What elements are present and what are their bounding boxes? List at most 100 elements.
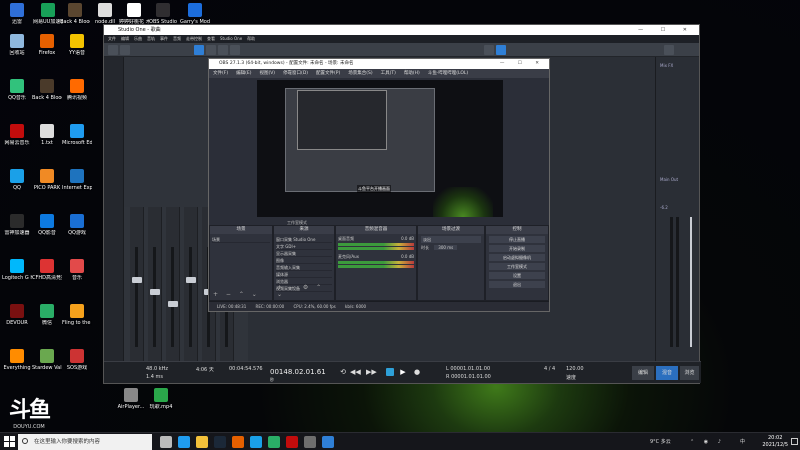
view-browse-button[interactable]: 浏览 <box>680 366 699 380</box>
studio-one-menu-item[interactable]: 乐曲 <box>134 36 142 41</box>
source-item[interactable]: 窗口采集 Studio One <box>276 236 332 243</box>
desktop-icon[interactable]: Stardew Valley <box>32 349 62 389</box>
control-button[interactable]: 退出 <box>489 281 545 288</box>
obs-preview[interactable]: 斗鱼平台开播画面 <box>257 80 503 217</box>
studio-one-menu-item[interactable]: 编辑 <box>121 36 129 41</box>
source-item[interactable]: 音频输入采集 <box>276 264 332 271</box>
duration-input[interactable]: 300 ms <box>434 245 458 250</box>
loop-icon[interactable]: ⟲ <box>338 367 348 377</box>
taskbar-search-input[interactable]: 在这里输入你要搜索的内容 <box>18 434 152 450</box>
toolbar-quantize-icon[interactable] <box>496 45 506 55</box>
tray-icons[interactable]: ⌃ ◉ ♪ <box>690 433 725 450</box>
desktop-icon[interactable]: QQ <box>2 169 32 209</box>
desktop-icon[interactable]: QQ音乐 <box>2 79 32 119</box>
control-button[interactable]: 开始录制 <box>489 245 545 252</box>
desktop-icon[interactable]: CFHD高清竞技大区 <box>32 259 62 299</box>
desktop-icon[interactable]: 音乐 <box>62 259 92 299</box>
right-marker[interactable]: R 00001.01.01.00 <box>446 374 491 380</box>
left-marker[interactable]: L 00001.01.01.00 <box>446 366 490 372</box>
wechat-taskbar-icon[interactable] <box>268 436 280 448</box>
control-button[interactable]: 停止直播 <box>489 236 545 243</box>
song-position[interactable]: 00148.02.01.61 <box>270 368 326 376</box>
windows-start-icon[interactable] <box>4 436 16 448</box>
view-mix-button[interactable]: 混音 <box>656 366 678 380</box>
task-view-taskbar-icon[interactable] <box>160 436 172 448</box>
source-item[interactable]: 媒体源 <box>276 271 332 278</box>
channel-fader-cap[interactable] <box>150 289 160 295</box>
sources-dock-controls[interactable]: + − ⚙ ⌃ ⌄ <box>277 284 334 298</box>
taskbar-clock[interactable]: 20:02 2021/12/5 <box>762 435 788 449</box>
source-item[interactable]: 文字 GDI+ <box>276 243 332 250</box>
desktop-icon[interactable]: Logitech G HUB <box>2 259 32 299</box>
play-icon[interactable]: ▶ <box>398 367 408 377</box>
source-item[interactable]: 显示器采集 <box>276 250 332 257</box>
obs-menu-item[interactable]: 文件(F) <box>213 71 228 76</box>
studio-one-menu-item[interactable]: 走带控制 <box>186 36 202 41</box>
toolbar-pencil-icon[interactable] <box>206 45 216 55</box>
obs-menu-item[interactable]: 停靠窗口(D) <box>283 71 308 76</box>
explorer-taskbar-icon[interactable] <box>196 436 208 448</box>
obs-menu-item[interactable]: 视图(V) <box>259 71 275 76</box>
desktop-icon[interactable]: DEVOUR <box>2 304 32 344</box>
studio-one-menu-item[interactable]: 帮助 <box>247 36 255 41</box>
desktop-icon[interactable]: YY语音 <box>62 34 92 74</box>
channel-fader-cap[interactable] <box>168 301 178 307</box>
desktop-icon[interactable]: QQ游戏 <box>62 214 92 254</box>
toolbar-split-icon[interactable] <box>230 45 240 55</box>
channel-fader-cap[interactable] <box>186 277 196 283</box>
obs-menu-item[interactable]: 工具(T) <box>381 71 396 76</box>
studio-one-menu-item[interactable]: 音轨 <box>147 36 155 41</box>
studio-one-titlebar[interactable]: Studio One - 歌曲 — ☐ ✕ <box>104 25 699 35</box>
studio-one-menu-item[interactable]: 文件 <box>108 36 116 41</box>
edge-taskbar-icon[interactable] <box>178 436 190 448</box>
stop-button[interactable] <box>386 368 394 376</box>
desktop-icon[interactable]: Microsoft Edge <box>62 124 92 164</box>
control-button[interactable]: 启动虚拟摄像机 <box>489 254 545 261</box>
netease-music-taskbar-icon[interactable] <box>286 436 298 448</box>
studio-one-menu-item[interactable]: 音频 <box>173 36 181 41</box>
toolbar-select-tool-icon[interactable] <box>194 45 204 55</box>
desktop-icon[interactable]: 腾讯视频 <box>62 79 92 119</box>
toolbar-inspector-icon[interactable] <box>664 45 674 55</box>
desktop-icon[interactable]: 雷神加速器 <box>2 214 32 254</box>
desktop-icon[interactable]: PICO PARK <box>32 169 62 209</box>
control-button[interactable]: 设置 <box>489 272 545 279</box>
scene-item[interactable]: 场景 <box>212 236 270 243</box>
obs-menu-item[interactable]: 编辑(E) <box>236 71 251 76</box>
desktop-icon[interactable]: QQ影音 <box>32 214 62 254</box>
obs-titlebar[interactable]: OBS 27.1.3 (64-bit, windows) - 配置文件: 未命名… <box>209 59 549 69</box>
qq-taskbar-icon[interactable] <box>250 436 262 448</box>
weather-widget[interactable]: 9°C 多云 <box>650 433 671 450</box>
obs-menu-item[interactable]: 斗鱼·哔哩哔哩(LOL) <box>428 71 468 76</box>
desktop-icon[interactable]: Internet Explorer <box>62 169 92 209</box>
transition-select[interactable]: 淡出 <box>421 236 481 243</box>
desktop-icon[interactable]: 玩歌.mp4 <box>146 388 176 428</box>
studio-one-menu-item[interactable]: 查看 <box>207 36 215 41</box>
obs-menu-item[interactable]: 帮助(H) <box>404 71 420 76</box>
notification-icon[interactable] <box>791 438 798 445</box>
toolbar-arrow-icon[interactable] <box>108 45 118 55</box>
firefox-taskbar-icon[interactable] <box>232 436 244 448</box>
studio-one-taskbar-icon[interactable] <box>322 436 334 448</box>
desktop-icon[interactable]: 微信 <box>32 304 62 344</box>
obs-window-controls[interactable]: — ☐ ✕ <box>500 59 545 69</box>
studio-one-window-controls[interactable]: — ☐ ✕ <box>638 25 695 35</box>
desktop-icon[interactable]: 网易云音乐 <box>2 124 32 164</box>
toolbar-eraser-icon[interactable] <box>218 45 228 55</box>
channel-fader-cap[interactable] <box>132 277 142 283</box>
desktop-icon[interactable]: Fling to the Finish <box>62 304 92 344</box>
desktop-icon[interactable]: Firefox <box>32 34 62 74</box>
toolbar-snap-icon[interactable] <box>484 45 494 55</box>
toolbar-range-icon[interactable] <box>120 45 130 55</box>
time-signature[interactable]: 4 / 4 <box>544 366 555 372</box>
scenes-dock-controls[interactable]: + − ⌃ ⌄ <box>213 291 260 298</box>
desktop-icon[interactable]: SOS游戏 <box>62 349 92 389</box>
desktop-icon[interactable]: Everything <box>2 349 32 389</box>
studio-one-menu-item[interactable]: 事件 <box>160 36 168 41</box>
record-icon[interactable]: ● <box>412 367 422 377</box>
rewind-icon[interactable]: ◀◀ <box>350 367 361 377</box>
view-edit-button[interactable]: 编辑 <box>632 366 654 380</box>
ime-indicator[interactable]: 中 <box>740 433 745 450</box>
desktop-icon[interactable]: 回收站 <box>2 34 32 74</box>
obs-menu-item[interactable]: 配置文件(P) <box>316 71 340 76</box>
